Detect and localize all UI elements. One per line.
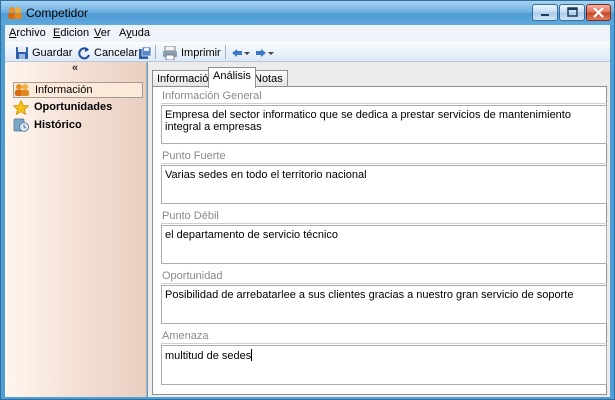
dropdown-arrow-icon <box>244 51 250 55</box>
menu-edicion-label: Edicion <box>53 27 90 39</box>
minimize-icon <box>541 14 549 16</box>
printer-icon <box>163 45 177 60</box>
window-title: Competidor <box>26 6 89 20</box>
sidebar-item-label: Información <box>35 84 93 96</box>
save-copy-icon <box>139 46 152 59</box>
punto-debil-field[interactable]: el departamento de servicio técnico <box>161 225 607 264</box>
undo-icon <box>78 46 90 59</box>
dropdown-arrow-icon <box>268 51 274 55</box>
group-label-punto-debil: Punto Débil <box>162 210 219 222</box>
title-bar[interactable]: Competidor <box>1 1 614 25</box>
group-label-amenaza: Amenaza <box>162 330 209 342</box>
tab-analisis[interactable]: Análisis <box>208 67 256 88</box>
sidebar-item-historico[interactable]: Histórico <box>13 117 143 133</box>
star-icon <box>13 99 29 115</box>
save-copy-button[interactable] <box>138 45 152 60</box>
save-button[interactable]: Guardar <box>15 45 72 60</box>
print-label: Imprimir <box>181 46 221 59</box>
menu-archivo[interactable]: Archivo <box>9 27 46 39</box>
group-divider <box>161 223 607 224</box>
save-label: Guardar <box>32 46 73 59</box>
toolbar-separator <box>155 45 156 59</box>
menu-ver-label: Ver <box>94 27 111 39</box>
group-label-punto-fuerte: Punto Fuerte <box>162 150 226 162</box>
arrow-right-icon <box>256 48 266 57</box>
punto-fuerte-field[interactable]: Varias sedes en todo el territorio nacio… <box>161 165 607 204</box>
cancel-button[interactable]: Cancelar <box>77 45 138 60</box>
menu-edicion[interactable]: Edicion <box>53 27 89 39</box>
menu-ayuda-label: Ayuda <box>119 27 150 39</box>
sidebar-item-informacion[interactable]: Información <box>13 82 143 98</box>
contacts-icon <box>8 7 22 19</box>
menu-bar: Archivo Edicion Ver Ayuda <box>5 25 610 42</box>
print-button[interactable]: Imprimir <box>162 45 221 60</box>
menu-ver[interactable]: Ver <box>94 27 111 39</box>
group-divider <box>161 343 607 344</box>
group-label-informacion-general: Información General <box>162 90 262 102</box>
group-divider <box>161 163 607 164</box>
analisis-panel: Información General Empresa del sector i… <box>152 86 607 395</box>
amenaza-field[interactable]: multitud de sedes <box>161 345 607 385</box>
group-divider <box>161 283 607 284</box>
group-label-oportunidad: Oportunidad <box>162 270 223 282</box>
sidebar-item-label: Oportunidades <box>34 101 113 113</box>
minimize-button[interactable] <box>532 4 558 21</box>
close-icon <box>593 7 604 18</box>
menu-ayuda[interactable]: Ayuda <box>119 27 150 39</box>
maximize-button[interactable] <box>559 4 585 21</box>
navigation-sidebar: « Información Oportunidades Histórico <box>5 62 147 397</box>
group-divider <box>161 103 607 104</box>
contacts-icon <box>15 84 29 96</box>
maximize-icon <box>567 7 578 17</box>
previous-record-button[interactable] <box>231 45 251 60</box>
history-icon <box>13 118 29 132</box>
toolbar-separator <box>225 45 226 59</box>
text-caret <box>251 349 253 361</box>
toolbar: Guardar Cancelar Imprimir <box>5 42 610 62</box>
sidebar-item-oportunidades[interactable]: Oportunidades <box>13 99 143 115</box>
floppy-disk-icon <box>16 46 28 59</box>
oportunidad-field[interactable]: Posibilidad de arrebatarlee a sus client… <box>161 285 607 324</box>
informacion-general-field[interactable]: Empresa del sector informatico que se de… <box>161 105 607 144</box>
main-content: Información Análisis Notas Información G… <box>148 62 610 397</box>
amenaza-text: multitud de sedes <box>165 350 252 362</box>
arrow-left-icon <box>232 48 242 57</box>
next-record-button[interactable] <box>255 45 275 60</box>
menu-archivo-label: Archivo <box>9 27 46 39</box>
collapse-sidebar-button[interactable]: « <box>72 62 78 74</box>
cancel-label: Cancelar <box>94 46 139 59</box>
competidor-window: Competidor Archivo Edicion Ver Ayuda Gua… <box>0 0 615 400</box>
close-button[interactable] <box>586 4 611 21</box>
sidebar-item-label: Histórico <box>34 119 82 131</box>
